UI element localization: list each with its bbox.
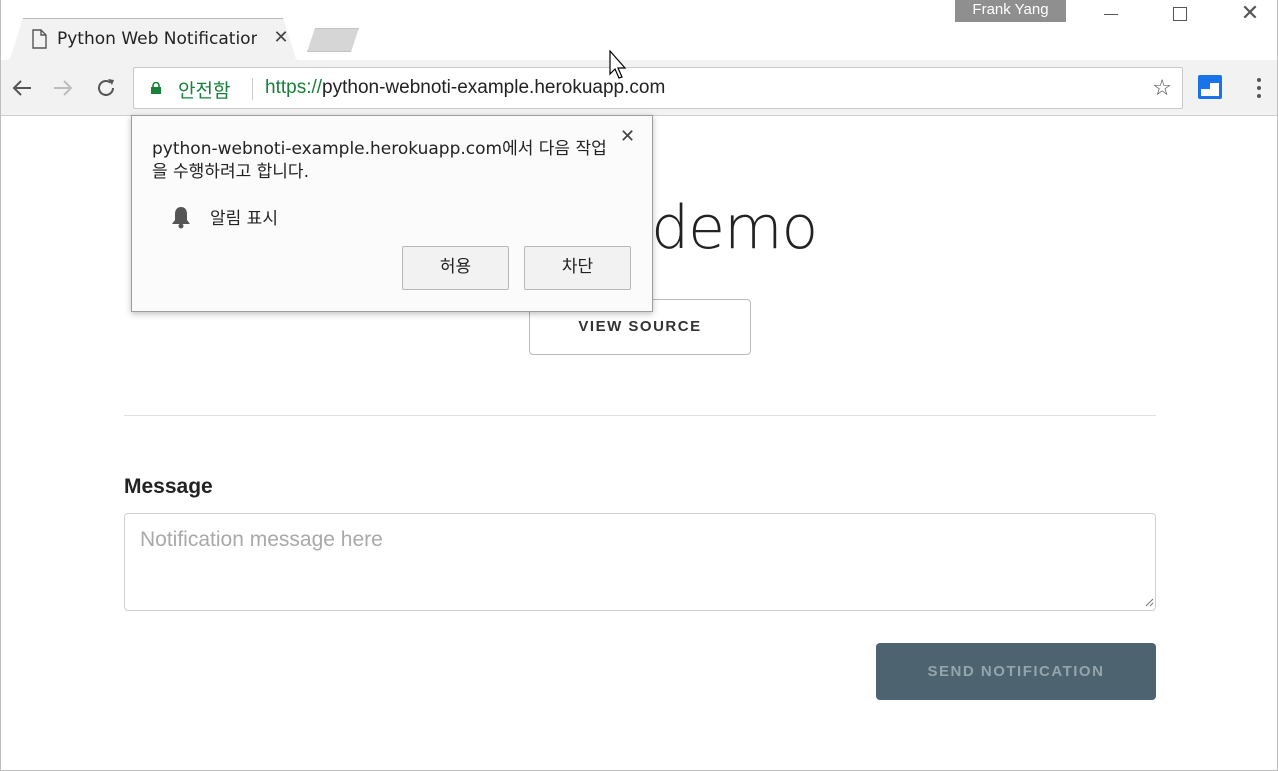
window-close-button[interactable]: ✕ [1227,0,1273,28]
extension-icon[interactable] [1197,74,1223,100]
maximize-button[interactable] [1157,0,1203,28]
send-notification-button[interactable]: SEND NOTIFICATION [876,643,1156,700]
address-separator [252,78,253,100]
menu-dot [1257,94,1261,98]
permission-popup: python-webnoti-example.herokuapp.com에서 다… [131,115,653,312]
allow-button[interactable]: 허용 [402,246,509,290]
permission-item: 알림 표시 [170,204,278,229]
bell-icon [172,206,190,228]
forward-icon [54,80,73,96]
permission-label: 알림 표시 [210,209,278,229]
title-rest: demo [651,193,818,263]
message-label: Message [124,475,213,498]
popup-message: python-webnoti-example.herokuapp.com에서 다… [152,139,607,182]
star-icon[interactable]: ☆ [1152,76,1172,101]
close-icon[interactable]: ✕ [620,126,635,147]
menu-icon[interactable] [1249,76,1269,100]
back-icon [12,80,31,96]
message-input[interactable] [124,513,1156,611]
profile-button[interactable]: Frank Yang [955,0,1066,22]
browser-toolbar: 안전함 https://python-webnoti-example.herok… [1,60,1277,116]
minimize-icon [1104,13,1118,15]
mouse-cursor-icon [609,50,627,79]
page-icon [32,29,47,49]
minimize-button[interactable] [1088,0,1134,28]
url-scheme: https:// [265,77,323,98]
menu-dot [1257,78,1261,82]
menu-dot [1257,86,1261,90]
new-tab-button[interactable] [307,28,359,52]
reload-icon [98,79,114,96]
tab-close-icon[interactable]: ✕ [271,28,291,48]
browser-window: Python Web Notification Example ✕ Frank … [0,0,1278,771]
forward-button[interactable] [49,74,77,102]
url-text[interactable]: https://python-webnoti-example.herokuapp… [265,77,665,99]
tab-title: Python Web Notification Example [57,29,257,49]
address-bar[interactable]: 안전함 https://python-webnoti-example.herok… [133,67,1183,109]
resize-grip-icon[interactable] [1145,598,1154,607]
back-button[interactable] [8,74,36,102]
tab-strip: Python Web Notification Example ✕ Frank … [1,0,1277,60]
maximize-icon [1173,7,1187,21]
reload-button[interactable] [92,74,120,102]
block-button[interactable]: 차단 [524,246,631,290]
url-host: python-webnoti-example.herokuapp.com [322,77,666,98]
active-tab[interactable]: Python Web Notification Example ✕ [9,18,297,60]
section-divider [124,415,1156,416]
window-close-icon: ✕ [1240,1,1260,26]
lock-icon [151,82,161,94]
security-label[interactable]: 안전함 [178,76,230,103]
